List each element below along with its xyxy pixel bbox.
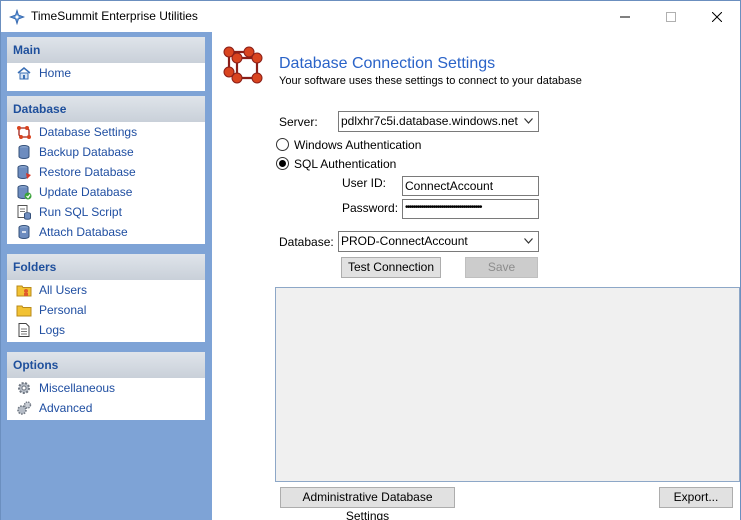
userid-field[interactable]: ConnectAccount — [402, 176, 539, 196]
sidebar-header-database: Database — [7, 96, 205, 122]
restore-database-icon — [16, 164, 32, 180]
windows-auth-label[interactable]: Windows Authentication — [294, 138, 421, 152]
server-combobox[interactable]: pdlxhr7c5i.database.windows.net — [338, 111, 539, 132]
sidebar-item-advanced[interactable]: Advanced — [7, 398, 205, 418]
export-button[interactable]: Export... — [659, 487, 733, 508]
minimize-button[interactable] — [602, 1, 648, 32]
sql-auth-label[interactable]: SQL Authentication — [294, 157, 396, 171]
app-window: TimeSummit Enterprise Utilities Main Hom… — [0, 0, 741, 520]
sidebar-item-label: Home — [39, 66, 72, 80]
test-connection-button[interactable]: Test Connection — [341, 257, 441, 278]
attach-database-icon — [16, 224, 32, 240]
password-field[interactable]: •••••••••••••••••••••••••••••••••••••• — [402, 199, 539, 219]
main-content: Database Connection Settings Your softwa… — [212, 32, 740, 520]
sidebar-item-label: Backup Database — [39, 145, 134, 159]
userid-label: User ID: — [342, 176, 387, 190]
logs-document-icon — [16, 322, 32, 338]
sidebar-item-label: Attach Database — [39, 225, 128, 239]
sidebar-item-label: Restore Database — [39, 165, 136, 179]
database-settings-large-icon — [221, 40, 265, 84]
window-title: TimeSummit Enterprise Utilities — [31, 9, 198, 23]
close-button[interactable] — [694, 1, 740, 32]
close-icon — [712, 11, 722, 22]
password-mask: •••••••••••••••••••••••••••••••••••••• — [405, 202, 483, 213]
minimize-icon — [620, 16, 630, 17]
sidebar-item-label: Personal — [39, 303, 87, 317]
sidebar: Main Home Database Database Settings Bac… — [1, 32, 212, 520]
personal-folder-icon — [16, 302, 32, 318]
password-label: Password: — [342, 201, 399, 215]
page-subtitle: Your software uses these settings to con… — [279, 75, 582, 87]
sidebar-item-home[interactable]: Home — [7, 63, 205, 83]
database-label: Database: — [279, 235, 334, 249]
sql-auth-radio[interactable] — [276, 157, 289, 170]
sidebar-item-personal[interactable]: Personal — [7, 300, 205, 320]
chevron-down-icon — [524, 118, 533, 124]
maximize-button[interactable] — [648, 1, 694, 32]
save-button[interactable]: Save — [465, 257, 538, 278]
sidebar-item-update-database[interactable]: Update Database — [7, 182, 205, 202]
database-settings-icon — [16, 124, 32, 140]
sidebar-panel-main: Main Home — [7, 37, 205, 91]
title-bar: TimeSummit Enterprise Utilities — [1, 1, 740, 32]
sidebar-item-all-users[interactable]: All Users — [7, 280, 205, 300]
gear-icon — [16, 380, 32, 396]
sidebar-panel-database: Database Database Settings Backup Databa… — [7, 96, 205, 244]
sidebar-item-label: Update Database — [39, 185, 133, 199]
sidebar-header-options: Options — [7, 352, 205, 378]
admin-database-settings-button[interactable]: Administrative Database Settings — [280, 487, 455, 520]
gears-icon — [16, 400, 32, 416]
sidebar-item-label: Advanced — [39, 401, 93, 415]
app-logo-icon — [8, 8, 26, 26]
sidebar-item-backup-database[interactable]: Backup Database — [7, 142, 205, 162]
sidebar-item-label: Miscellaneous — [39, 381, 116, 395]
sidebar-item-logs[interactable]: Logs — [7, 320, 205, 340]
sidebar-item-attach-database[interactable]: Attach Database — [7, 222, 205, 242]
sidebar-item-database-settings[interactable]: Database Settings — [7, 122, 205, 142]
sidebar-item-label: Logs — [39, 323, 66, 337]
database-combobox[interactable]: PROD-ConnectAccount — [338, 231, 539, 252]
home-icon — [16, 65, 32, 81]
sidebar-panel-options: Options Miscellaneous Advanced — [7, 352, 205, 420]
sidebar-item-label: Run SQL Script — [39, 205, 122, 219]
server-label: Server: — [279, 115, 318, 129]
maximize-icon — [666, 11, 676, 22]
update-database-icon — [16, 184, 32, 200]
backup-database-icon — [16, 144, 32, 160]
sidebar-header-main: Main — [7, 37, 205, 63]
sidebar-panel-folders: Folders All Users Personal Logs — [7, 254, 205, 342]
all-users-folder-icon — [16, 282, 32, 298]
sidebar-item-restore-database[interactable]: Restore Database — [7, 162, 205, 182]
windows-auth-radio[interactable] — [276, 138, 289, 151]
chevron-down-icon — [524, 238, 533, 244]
sidebar-header-folders: Folders — [7, 254, 205, 280]
sidebar-item-label: Database Settings — [39, 125, 138, 139]
sidebar-item-miscellaneous[interactable]: Miscellaneous — [7, 378, 205, 398]
server-value: pdlxhr7c5i.database.windows.net — [341, 114, 518, 128]
connection-log-panel[interactable] — [275, 287, 740, 482]
sql-script-icon — [16, 204, 32, 220]
page-title: Database Connection Settings — [279, 55, 496, 72]
sidebar-item-label: All Users — [39, 283, 88, 297]
database-value: PROD-ConnectAccount — [341, 234, 468, 248]
sidebar-item-run-sql-script[interactable]: Run SQL Script — [7, 202, 205, 222]
